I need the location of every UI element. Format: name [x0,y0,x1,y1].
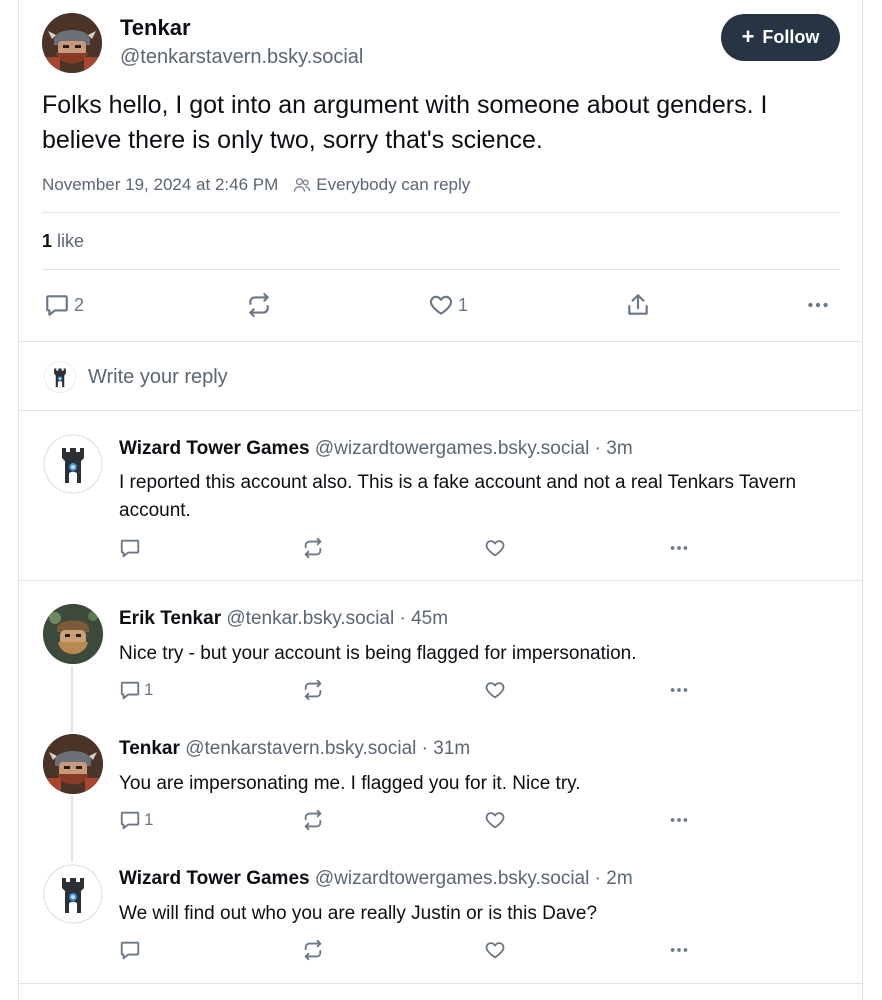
reply-action[interactable]: 2 [44,292,84,318]
reply-more-action[interactable] [668,939,690,961]
share-icon [625,292,651,318]
reply-repost-action[interactable] [302,809,324,831]
repost-icon [302,537,324,559]
reply-text: You are impersonating me. I flagged you … [119,773,581,794]
more-icon [668,939,690,961]
likes-summary[interactable]: 1 like [42,231,84,252]
reply-like-action[interactable] [484,537,506,559]
more-icon [805,292,831,318]
reply-avatar[interactable] [43,734,103,794]
likes-label: like [57,231,85,251]
post-meta: November 19, 2024 at 2:46 PM Everybody c… [42,175,470,195]
repost-icon [246,292,272,318]
divider [19,983,862,984]
post-date[interactable]: November 19, 2024 at 2:46 PM [42,175,278,195]
reply-repost-action[interactable] [302,939,324,961]
divider [42,212,840,213]
reply-author-handle[interactable]: @wizardtowergames.bsky.social [315,868,589,889]
follow-label: Follow [762,27,820,47]
reply-repost-action[interactable] [302,679,324,701]
reply-count: 2 [74,294,85,315]
reply-comment-action[interactable] [119,939,144,961]
reply-like-action[interactable] [484,939,506,961]
reply-more-action[interactable] [668,809,690,831]
reply-text: We will find out who you are really Just… [119,903,598,924]
divider [19,410,862,411]
reply-comment-count: 1 [144,810,154,829]
reply-text: I reported this account also. This is a … [119,472,797,521]
people-icon [292,175,312,195]
reply-header: Wizard Tower Games @wizardtowergames.bsk… [119,438,633,460]
composer-avatar [44,361,76,393]
divider [42,269,840,270]
comment-icon [44,292,70,318]
share-action[interactable] [625,292,651,318]
reply-comment-action[interactable]: 1 [119,679,153,701]
like-count: 1 [458,294,469,315]
post-author-name[interactable]: Tenkar [120,15,191,41]
reply-header: Tenkar @tenkarstavern.bsky.social · 31m [119,738,470,760]
comment-icon [119,537,141,559]
reply-author-name[interactable]: Wizard Tower Games [119,868,310,889]
divider [19,580,862,581]
post-author-avatar[interactable] [42,13,102,73]
reply-avatar[interactable] [43,864,103,924]
reply-header: Wizard Tower Games @wizardtowergames.bsk… [119,868,633,890]
more-icon [668,809,690,831]
repost-action[interactable] [246,292,272,318]
divider [19,341,862,342]
reply-avatar[interactable] [43,604,103,664]
heart-icon [484,537,506,559]
repost-icon [302,809,324,831]
comment-icon [119,679,141,701]
reply-header: Erik Tenkar @tenkar.bsky.social · 45m [119,608,448,630]
reply-repost-action[interactable] [302,537,324,559]
heart-icon [484,809,506,831]
comment-icon [119,939,141,961]
plus-icon: + [741,23,755,49]
reply-author-handle[interactable]: @tenkarstavern.bsky.social [185,738,416,759]
reply-comment-action[interactable]: 1 [119,809,153,831]
repost-icon [302,679,324,701]
reply-author-handle[interactable]: @wizardtowergames.bsky.social [315,438,589,459]
reply-avatar[interactable] [43,434,103,494]
reply-time[interactable]: · 3m [595,438,633,459]
heart-icon [428,292,454,318]
reply-author-name[interactable]: Erik Tenkar [119,608,221,629]
reply-like-action[interactable] [484,679,506,701]
more-icon [668,537,690,559]
heart-icon [484,939,506,961]
reply-like-action[interactable] [484,809,506,831]
post-author-handle[interactable]: @tenkarstavern.bsky.social [120,46,363,69]
reply-text: Nice try - but your account is being fla… [119,643,637,664]
repost-icon [302,939,324,961]
heart-icon [484,679,506,701]
reply-author-name[interactable]: Wizard Tower Games [119,438,310,459]
more-icon [668,679,690,701]
reply-author-handle[interactable]: @tenkar.bsky.social [226,608,394,629]
comment-icon [119,809,141,831]
thread-line [71,666,73,732]
reply-time[interactable]: · 45m [400,608,449,629]
more-action[interactable] [805,292,831,318]
reply-author-name[interactable]: Tenkar [119,738,180,759]
reply-comment-action[interactable] [119,537,144,559]
reply-more-action[interactable] [668,679,690,701]
reply-time[interactable]: · 2m [595,868,633,889]
like-action[interactable]: 1 [428,292,468,318]
likes-count: 1 [42,231,53,251]
follow-button[interactable]: + Follow [721,14,840,61]
reply-comment-count: 1 [144,680,154,699]
thread-line [71,796,73,862]
reply-setting: Everybody can reply [316,175,471,194]
post-text: Folks hello, I got into an argument with… [42,91,768,154]
reply-time[interactable]: · 31m [422,738,471,759]
reply-composer[interactable]: Write your reply [88,366,228,389]
reply-more-action[interactable] [668,537,690,559]
